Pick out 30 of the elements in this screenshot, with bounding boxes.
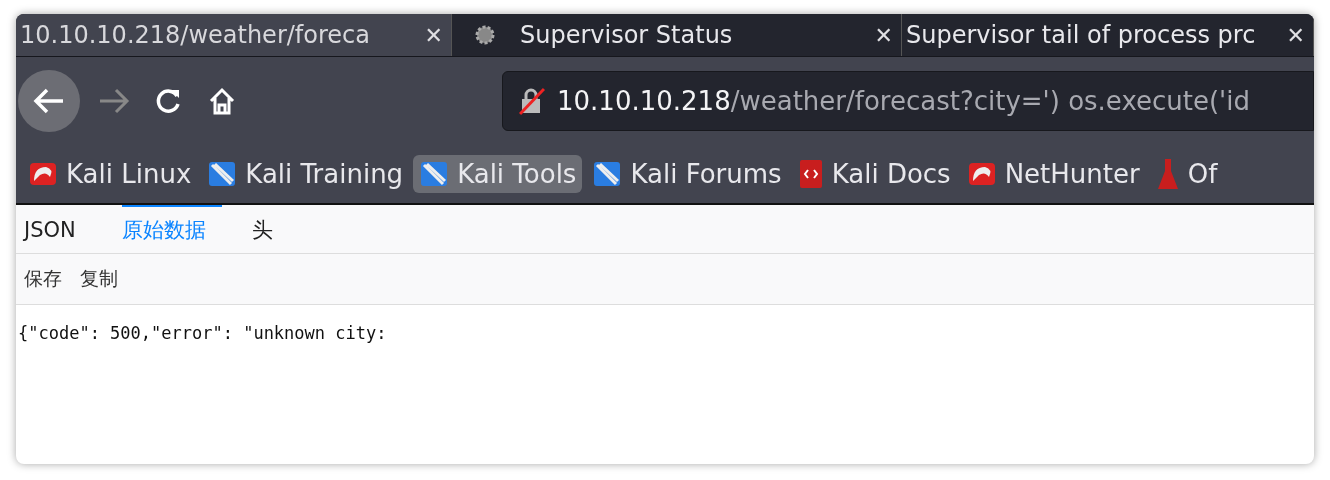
bookmark[interactable]: Kali Tools (413, 155, 583, 193)
bookmark[interactable]: Of (1149, 153, 1224, 195)
bookmark[interactable]: NetHunter (960, 155, 1146, 193)
address-field[interactable]: 10.10.10.218/weather/forecast?city=') os.execute('id (502, 71, 1314, 131)
viewer-tab[interactable]: JSON (24, 205, 92, 253)
book-icon (797, 158, 824, 190)
tab-title: 10.10.10.218/weather/foreca (20, 21, 371, 49)
tab-title: Supervisor tail of process prc (906, 21, 1257, 49)
url-text: 10.10.10.218/weather/forecast?city=') os.execute('id (557, 86, 1250, 116)
toolbar-button[interactable]: 保存 (22, 266, 64, 292)
browser-tab[interactable]: 10.10.10.218/weather/foreca ✕ (16, 14, 452, 56)
bookmark[interactable]: Kali Training (201, 155, 410, 193)
tools-icon (419, 159, 450, 189)
back-arrow-icon (33, 87, 65, 115)
bookmark[interactable]: Kali Docs (791, 154, 957, 194)
tab-title: Supervisor Status (520, 21, 734, 49)
close-button[interactable]: ✕ (866, 22, 901, 48)
home-icon (207, 86, 237, 116)
close-button[interactable]: ✕ (1278, 22, 1313, 48)
close-button[interactable]: ✕ (416, 22, 451, 48)
toolbar-button[interactable]: 复制 (78, 266, 120, 292)
flask-icon (1155, 157, 1180, 191)
bookmark[interactable]: Kali Linux (22, 155, 198, 193)
forward-arrow-icon (98, 87, 130, 115)
raw-response-text: {"code": 500,"error": "unknown city: (17, 322, 388, 345)
viewer-tab[interactable]: 头 (251, 205, 289, 253)
bookmark[interactable]: Kali Forums (586, 155, 788, 193)
tools-icon (592, 159, 623, 189)
tools-icon (207, 159, 238, 189)
gear-icon (474, 23, 496, 47)
